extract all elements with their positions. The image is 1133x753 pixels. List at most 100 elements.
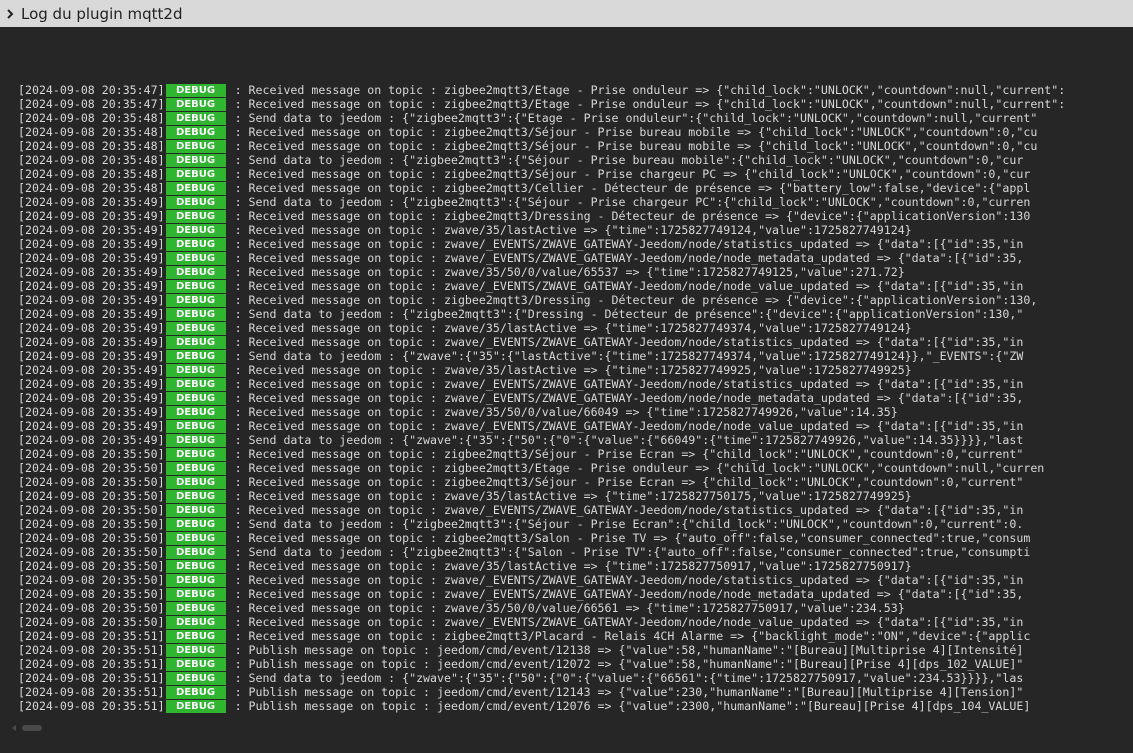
log-level-badge: DEBUG <box>165 573 226 587</box>
log-timestamp: [2024-09-08 20:35:50] <box>18 545 165 559</box>
log-message: : Received message on topic : zwave/35/l… <box>234 223 912 237</box>
log-level-badge: DEBUG <box>165 545 226 559</box>
log-timestamp: [2024-09-08 20:35:50] <box>18 447 165 461</box>
log-message: : Received message on topic : zwave/35/l… <box>234 321 912 335</box>
log-timestamp: [2024-09-08 20:35:50] <box>18 475 165 489</box>
log-line: [2024-09-08 20:35:51] DEBUG: Publish mess… <box>18 657 1133 671</box>
log-level-badge: DEBUG <box>165 559 226 573</box>
log-level-badge: DEBUG <box>165 125 226 139</box>
log-timestamp: [2024-09-08 20:35:49] <box>18 237 165 251</box>
log-line: [2024-09-08 20:35:50] DEBUG: Received mes… <box>18 559 1133 573</box>
log-line: [2024-09-08 20:35:50] DEBUG: Send data to… <box>18 517 1133 531</box>
log-timestamp: [2024-09-08 20:35:49] <box>18 335 165 349</box>
log-line: [2024-09-08 20:35:51] DEBUG: Publish mess… <box>18 643 1133 657</box>
log-level-badge: DEBUG <box>165 489 226 503</box>
log-message: : Received message on topic : zwave/_EVE… <box>234 419 1024 433</box>
log-level-badge: DEBUG <box>165 139 226 153</box>
log-level-badge: DEBUG <box>165 279 226 293</box>
log-line: [2024-09-08 20:35:49] DEBUG: Send data to… <box>18 307 1133 321</box>
log-timestamp: [2024-09-08 20:35:50] <box>18 573 165 587</box>
log-timestamp: [2024-09-08 20:35:50] <box>18 587 165 601</box>
log-line: [2024-09-08 20:35:50] DEBUG : Received mes… <box>18 475 1133 489</box>
log-timestamp: [2024-09-08 20:35:47] <box>18 83 165 97</box>
log-level-badge: DEBUG <box>165 615 226 629</box>
log-level-badge: DEBUG <box>165 223 226 237</box>
log-line: [2024-09-08 20:35:49] DEBUG: Received mes… <box>18 405 1133 419</box>
log-message: : Publish message on topic : jeedom/cmd/… <box>234 657 1024 671</box>
log-level-badge: DEBUG <box>165 447 226 461</box>
log-message: : Received message on topic : zigbee2mqt… <box>234 139 1038 153</box>
log-message: : Received message on topic : zwave/_EVE… <box>234 279 1024 293</box>
horizontal-scrollbar[interactable] <box>8 722 42 734</box>
log-level-badge: DEBUG <box>165 363 226 377</box>
scroll-thumb[interactable] <box>22 725 42 731</box>
log-line: [2024-09-08 20:35:49] DEBUG: Received mes… <box>18 419 1133 433</box>
log-level-badge: DEBUG <box>165 251 226 265</box>
log-timestamp: [2024-09-08 20:35:50] <box>18 531 165 545</box>
log-line: [2024-09-08 20:35:49] DEBUG: Received mes… <box>18 363 1133 377</box>
log-timestamp: [2024-09-08 20:35:51] <box>18 643 165 657</box>
log-line: [2024-09-08 20:35:50] DEBUG: Received mes… <box>18 447 1133 461</box>
log-message: : Received message on topic : zwave/35/l… <box>234 559 912 573</box>
log-message: : Received message on topic : zigbee2mqt… <box>234 125 1038 139</box>
log-timestamp: [2024-09-08 20:35:49] <box>18 209 165 223</box>
log-level-badge: DEBUG <box>165 601 226 615</box>
log-message: : Received message on topic : zwave/35/5… <box>234 601 905 615</box>
log-line: [2024-09-08 20:35:51] DEBUG: Publish mess… <box>18 699 1133 713</box>
log-message: : Received message on topic : zigbee2mqt… <box>234 83 1066 97</box>
log-timestamp: [2024-09-08 20:35:50] <box>18 489 165 503</box>
log-timestamp: [2024-09-08 20:35:48] <box>18 111 165 125</box>
log-line: [2024-09-08 20:35:47] DEBUG : Received mes… <box>18 83 1133 97</box>
log-line: [2024-09-08 20:35:48] DEBUG: Received mes… <box>18 125 1133 139</box>
log-level-badge: DEBUG <box>165 433 226 447</box>
log-level-badge: DEBUG <box>165 643 226 657</box>
log-level-badge: DEBUG <box>165 685 226 699</box>
log-level-badge: DEBUG <box>165 349 226 363</box>
log-message: : Received message on topic : zigbee2mqt… <box>234 531 1031 545</box>
log-timestamp: [2024-09-08 20:35:49] <box>18 377 165 391</box>
log-message: : Received message on topic : zwave/_EVE… <box>234 573 1024 587</box>
log-timestamp: [2024-09-08 20:35:49] <box>18 265 165 279</box>
log-header[interactable]: Log du plugin mqtt2d <box>0 0 1133 27</box>
log-message: : Received message on topic : zwave/35/l… <box>234 489 912 503</box>
log-line: [2024-09-08 20:35:50] DEBUG : Received mes… <box>18 531 1133 545</box>
log-timestamp: [2024-09-08 20:35:49] <box>18 391 165 405</box>
log-level-badge: DEBUG <box>165 531 226 545</box>
chevron-right-icon[interactable] <box>5 8 14 19</box>
log-level-badge: DEBUG <box>165 377 226 391</box>
log-line: [2024-09-08 20:35:51] DEBUG: Received mes… <box>18 629 1133 643</box>
log-output[interactable]: [2024-09-08 20:35:47] DEBUG : Received mes… <box>18 83 1133 715</box>
log-level-badge: DEBUG <box>165 265 226 279</box>
log-line: [2024-09-08 20:35:48] DEBUG: Received mes… <box>18 167 1133 181</box>
log-line: [2024-09-08 20:35:51] DEBUG: Send data to… <box>18 671 1133 685</box>
log-timestamp: [2024-09-08 20:35:51] <box>18 671 165 685</box>
log-title: Log du plugin mqtt2d <box>21 4 183 23</box>
log-timestamp: [2024-09-08 20:35:49] <box>18 405 165 419</box>
log-line: [2024-09-08 20:35:49] DEBUG : Received mes… <box>18 223 1133 237</box>
log-message: : Send data to jeedom : {"zigbee2mqtt3":… <box>234 517 1024 531</box>
log-message: : Received message on topic : zigbee2mqt… <box>234 97 1066 111</box>
log-message: : Received message on topic : zigbee2mqt… <box>234 293 1038 307</box>
log-level-badge: DEBUG <box>165 671 226 685</box>
log-message: : Received message on topic : zwave/_EVE… <box>234 587 1024 601</box>
log-timestamp: [2024-09-08 20:35:50] <box>18 461 165 475</box>
log-line: [2024-09-08 20:35:49] DEBUG: Send data to… <box>18 433 1133 447</box>
log-timestamp: [2024-09-08 20:35:49] <box>18 223 165 237</box>
log-timestamp: [2024-09-08 20:35:51] <box>18 685 165 699</box>
log-timestamp: [2024-09-08 20:35:49] <box>18 433 165 447</box>
log-message: : Received message on topic : zigbee2mqt… <box>234 209 1031 223</box>
log-timestamp: [2024-09-08 20:35:49] <box>18 419 165 433</box>
log-line: [2024-09-08 20:35:49] DEBUG: Received mes… <box>18 321 1133 335</box>
scroll-left-arrow-icon[interactable] <box>12 725 16 731</box>
log-level-badge: DEBUG <box>165 83 226 97</box>
log-level-badge: DEBUG <box>165 209 226 223</box>
log-level-badge: DEBUG <box>165 167 226 181</box>
log-line: [2024-09-08 20:35:49] DEBUG: Received mes… <box>18 377 1133 391</box>
log-message: : Send data to jeedom : {"zigbee2mqtt3":… <box>234 545 1031 559</box>
log-timestamp: [2024-09-08 20:35:49] <box>18 293 165 307</box>
log-message: : Received message on topic : zigbee2mqt… <box>234 475 1024 489</box>
log-line: [2024-09-08 20:35:49] DEBUG: Send data to… <box>18 349 1133 363</box>
log-timestamp: [2024-09-08 20:35:48] <box>18 139 165 153</box>
log-level-badge: DEBUG <box>165 475 226 489</box>
log-message: : Publish message on topic : jeedom/cmd/… <box>234 685 1024 699</box>
